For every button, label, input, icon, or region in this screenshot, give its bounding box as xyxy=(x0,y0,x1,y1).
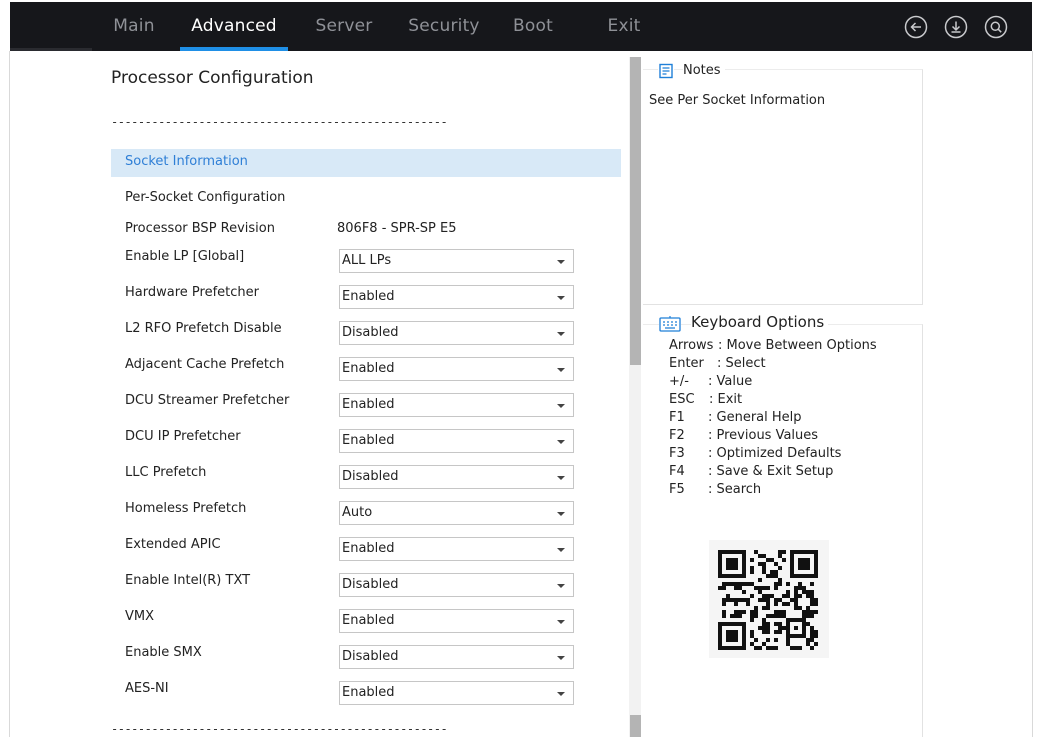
kb-key: F3 xyxy=(669,446,685,461)
tab-server[interactable]: Server xyxy=(310,2,378,51)
divider-bottom: ----------------------------------------… xyxy=(111,722,448,736)
select-value: ALL LPs xyxy=(342,253,392,268)
dcu-streamer-prefetcher-select[interactable]: Enabled xyxy=(339,393,574,417)
kb-desc: : Previous Values xyxy=(708,428,819,443)
kb-desc: : General Help xyxy=(708,410,802,425)
select-value: Enabled xyxy=(342,289,395,304)
setting-label: DCU Streamer Prefetcher xyxy=(125,393,290,408)
kb-key: F4 xyxy=(669,464,685,479)
qr-code-image xyxy=(718,550,818,650)
setting-label: L2 RFO Prefetch Disable xyxy=(125,321,282,336)
hardware-prefetcher-select[interactable]: Enabled xyxy=(339,285,574,309)
select-value: Enabled xyxy=(342,613,395,628)
setting-label: LLC Prefetch xyxy=(125,465,207,480)
download-icon[interactable] xyxy=(944,15,968,39)
select-value: Enabled xyxy=(342,685,395,700)
setting-label: VMX xyxy=(125,609,155,624)
setting-label: Enable LP [Global] xyxy=(125,249,245,264)
select-value: Disabled xyxy=(342,469,399,484)
setting-label: DCU IP Prefetcher xyxy=(125,429,241,444)
processor-bsp-revision-value: 806F8 - SPR-SP E5 xyxy=(337,221,457,236)
vmx-select[interactable]: Enabled xyxy=(339,609,574,633)
select-value: Auto xyxy=(342,505,373,520)
setting-label: Enable Intel(R) TXT xyxy=(125,573,251,588)
enable-intel-txt-select[interactable]: Disabled xyxy=(339,573,574,597)
scrollbar-thumb[interactable] xyxy=(630,57,641,365)
setting-label: Adjacent Cache Prefetch xyxy=(125,357,285,372)
kb-desc: : Search xyxy=(708,482,762,497)
kb-key: ESC xyxy=(669,392,695,407)
chevron-down-icon xyxy=(557,692,565,696)
kb-key: F1 xyxy=(669,410,685,425)
tab-boot[interactable]: Boot xyxy=(508,2,558,51)
tab-main[interactable]: Main xyxy=(106,2,162,51)
kb-key: Enter xyxy=(669,356,704,371)
top-nav-bar: Main Advanced Server Security Boot Exit xyxy=(10,2,1032,51)
tab-exit[interactable]: Exit xyxy=(602,2,646,51)
keyboard-options-title: Keyboard Options xyxy=(691,313,829,331)
enable-lp-select[interactable]: ALL LPs xyxy=(339,249,574,273)
dcu-ip-prefetcher-select[interactable]: Enabled xyxy=(339,429,574,453)
kb-key: Arrows xyxy=(669,338,714,353)
chevron-down-icon xyxy=(557,548,565,552)
chevron-down-icon xyxy=(557,260,565,264)
back-icon[interactable] xyxy=(904,15,928,39)
processor-bsp-revision-label: Processor BSP Revision xyxy=(125,221,275,236)
kb-desc: : Save & Exit Setup xyxy=(708,464,834,479)
chevron-down-icon xyxy=(557,368,565,372)
chevron-down-icon xyxy=(557,476,565,480)
setting-label: Homeless Prefetch xyxy=(125,501,247,516)
tab-advanced[interactable]: Advanced xyxy=(180,2,288,51)
keyboard-icon xyxy=(659,315,681,333)
socket-information-label: Socket Information xyxy=(125,154,248,169)
chevron-down-icon xyxy=(557,656,565,660)
scrollbar-thumb-bottom[interactable] xyxy=(630,715,641,737)
kb-desc: : Move Between Options xyxy=(718,338,877,353)
tab-security[interactable]: Security xyxy=(402,2,486,51)
chevron-down-icon xyxy=(557,404,565,408)
socket-information-link[interactable]: Socket Information xyxy=(111,149,621,177)
chevron-down-icon xyxy=(557,620,565,624)
qr-code xyxy=(709,540,829,658)
homeless-prefetch-select[interactable]: Auto xyxy=(339,501,574,525)
divider-top: ----------------------------------------… xyxy=(111,115,448,129)
setting-label: Extended APIC xyxy=(125,537,221,552)
kb-key: F5 xyxy=(669,482,685,497)
notes-text: See Per Socket Information xyxy=(649,93,826,108)
select-value: Enabled xyxy=(342,541,395,556)
kb-desc: : Select xyxy=(717,356,766,371)
aes-ni-select[interactable]: Enabled xyxy=(339,681,574,705)
chevron-down-icon xyxy=(557,440,565,444)
page-title: Processor Configuration xyxy=(111,68,314,88)
adjacent-cache-prefetch-select[interactable]: Enabled xyxy=(339,357,574,381)
kb-key: +/- xyxy=(669,374,689,389)
enable-smx-select[interactable]: Disabled xyxy=(339,645,574,669)
llc-prefetch-select[interactable]: Disabled xyxy=(339,465,574,489)
select-value: Enabled xyxy=(342,361,395,376)
chevron-down-icon xyxy=(557,332,565,336)
setting-label: AES-NI xyxy=(125,681,169,696)
setting-label: Enable SMX xyxy=(125,645,202,660)
notes-icon xyxy=(658,63,674,79)
setting-label: Hardware Prefetcher xyxy=(125,285,259,300)
select-value: Disabled xyxy=(342,577,399,592)
kb-desc: : Exit xyxy=(709,392,743,407)
per-socket-configuration-heading: Per-Socket Configuration xyxy=(125,190,286,205)
chevron-down-icon xyxy=(557,584,565,588)
chevron-down-icon xyxy=(557,296,565,300)
kb-desc: : Value xyxy=(708,374,753,389)
extended-apic-select[interactable]: Enabled xyxy=(339,537,574,561)
select-value: Enabled xyxy=(342,397,395,412)
select-value: Disabled xyxy=(342,649,399,664)
kb-key: F2 xyxy=(669,428,685,443)
search-icon[interactable] xyxy=(984,15,1008,39)
chevron-down-icon xyxy=(557,512,565,516)
select-value: Enabled xyxy=(342,433,395,448)
kb-desc: : Optimized Defaults xyxy=(708,446,842,461)
select-value: Disabled xyxy=(342,325,399,340)
l2-rfo-prefetch-select[interactable]: Disabled xyxy=(339,321,574,345)
notes-title: Notes xyxy=(683,63,725,78)
